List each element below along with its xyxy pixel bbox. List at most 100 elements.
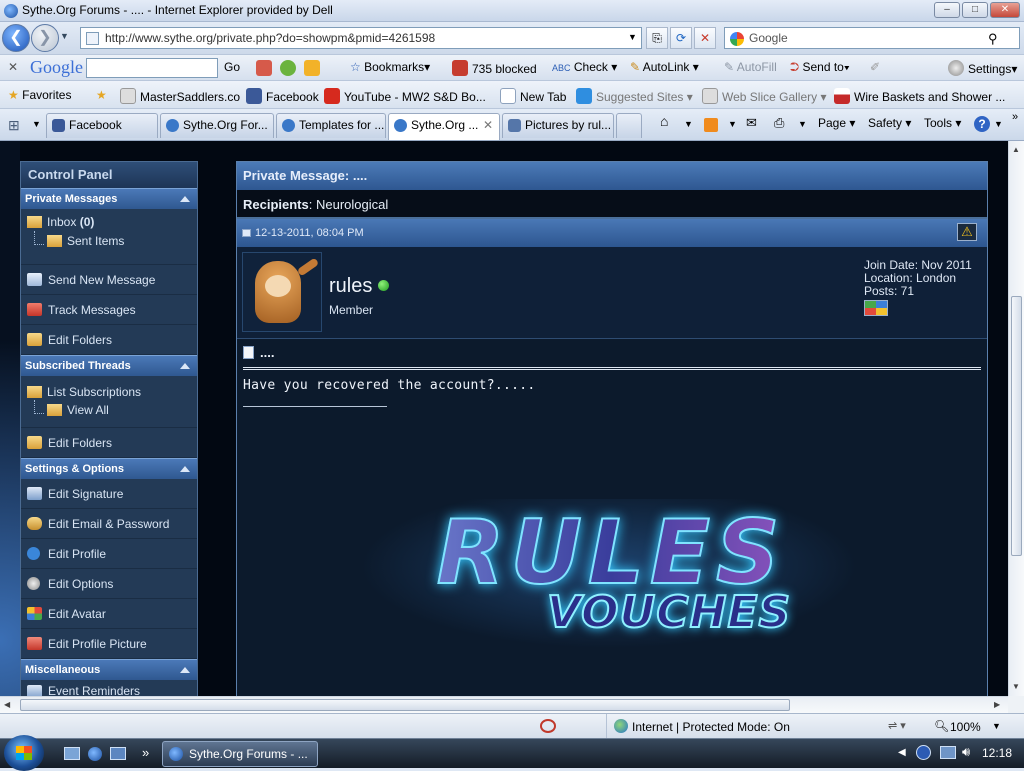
volume-icon[interactable]: 🔊︎ (962, 744, 970, 760)
start-button[interactable] (4, 735, 44, 771)
print-dropdown-icon[interactable]: ▼ (798, 119, 807, 129)
clock[interactable]: 12:18 (982, 746, 1012, 760)
close-window-button[interactable]: ✕ (990, 2, 1020, 18)
home-icon[interactable]: ⌂ (660, 113, 668, 129)
send-new-message-link[interactable]: Send New Message (21, 265, 197, 295)
add-favorite-icon[interactable]: ★ (96, 88, 107, 102)
collapse-icon[interactable] (180, 363, 190, 369)
address-bar-input[interactable]: http://www.sythe.org/private.php?do=show… (80, 27, 642, 49)
privacy-icon[interactable] (540, 719, 556, 733)
mail-icon[interactable]: ✉ (746, 115, 757, 131)
collapse-icon[interactable] (180, 196, 190, 202)
edit-email-password-link[interactable]: Edit Email & Password (21, 509, 197, 539)
report-warning-icon[interactable]: ⚠ (957, 223, 977, 241)
show-hidden-icons[interactable]: ◀ (898, 747, 906, 758)
history-dropdown-icon[interactable]: ▼ (60, 31, 69, 41)
close-tab-icon[interactable]: ✕ (483, 114, 493, 137)
page-menu[interactable]: Page ▾ (818, 116, 855, 130)
quick-tabs-icon[interactable]: ⊞ (8, 117, 26, 133)
track-messages-link[interactable]: Track Messages (21, 295, 197, 325)
toolbar-close-icon[interactable]: ✕ (8, 60, 18, 74)
tab-facebook[interactable]: Facebook (46, 113, 158, 138)
edit-profile-link[interactable]: Edit Profile (21, 539, 197, 569)
spell-check-button[interactable]: ABC Check ▾ (552, 60, 617, 74)
help-icon[interactable]: ? (974, 116, 990, 132)
home-dropdown-icon[interactable]: ▼ (684, 119, 693, 129)
zoom-dropdown-icon[interactable]: ▼ (992, 721, 1001, 731)
vertical-scrollbar[interactable]: ▲ ▼ (1008, 141, 1024, 696)
popup-icon[interactable] (304, 60, 320, 76)
help-dropdown-icon[interactable]: ▼ (994, 119, 1003, 129)
taskbar-ie-window[interactable]: Sythe.Org Forums - ... (162, 741, 318, 767)
section-settings-options[interactable]: Settings & Options (21, 458, 197, 479)
scroll-left-icon[interactable]: ◀ (4, 700, 10, 709)
tray-app-icon[interactable] (916, 745, 931, 760)
bookmarks-menu[interactable]: ☆ Bookmarks▾ (350, 60, 430, 74)
section-private-messages[interactable]: Private Messages (21, 188, 197, 209)
edit-options-link[interactable]: Edit Options (21, 569, 197, 599)
username[interactable]: rules (329, 275, 390, 298)
web-slice-gallery-button[interactable]: Web Slice Gallery ▾ (702, 88, 827, 104)
vertical-scroll-thumb[interactable] (1011, 296, 1022, 556)
favorite-link-mastersaddlers[interactable]: MasterSaddlers.co (120, 88, 240, 104)
send-to-button[interactable]: ⮊ Send to▾ (790, 60, 850, 75)
new-tab-button[interactable] (616, 113, 642, 138)
scroll-down-icon[interactable]: ▼ (1012, 682, 1020, 691)
horizontal-scrollbar[interactable]: ◀ ▶ (0, 696, 1008, 713)
network-icon[interactable] (940, 746, 956, 759)
rss-feed-icon[interactable] (704, 118, 718, 132)
news-icon[interactable] (256, 60, 272, 76)
tab-templates[interactable]: Templates for ... (276, 113, 386, 138)
zoom-level[interactable]: 100% (950, 720, 981, 734)
toolbar-chevron-icon[interactable]: » (1012, 111, 1018, 123)
avatar[interactable] (242, 252, 322, 332)
list-subscriptions-link[interactable]: List Subscriptions (27, 383, 141, 401)
user-badge-icon[interactable] (864, 300, 888, 316)
favorites-button[interactable]: ★ Favorites (8, 88, 71, 102)
stop-icon[interactable]: ✕ (694, 27, 716, 49)
scroll-right-icon[interactable]: ▶ (994, 700, 1000, 709)
tab-sythe-forums-active[interactable]: Sythe.Org ... ✕ (388, 113, 500, 140)
suggested-sites-button[interactable]: Suggested Sites ▾ (576, 88, 693, 104)
section-subscribed-threads[interactable]: Subscribed Threads (21, 355, 197, 376)
autofill-button[interactable]: ✎ AutoFill (724, 60, 777, 74)
minimize-button[interactable]: – (934, 2, 960, 18)
google-go-button[interactable]: Go (224, 60, 240, 74)
collapse-icon[interactable] (180, 667, 190, 673)
refresh-icon[interactable]: ⟳ (670, 27, 692, 49)
tab-sythe-forums-1[interactable]: Sythe.Org For... (160, 113, 274, 138)
event-reminders-link[interactable]: Event Reminders (21, 680, 197, 696)
edit-profile-picture-link[interactable]: Edit Profile Picture (21, 629, 197, 659)
google-search-box[interactable] (86, 58, 218, 78)
favorite-link-new-tab[interactable]: New Tab (500, 88, 566, 104)
compatibility-view-icon[interactable]: ⎘ (646, 27, 668, 49)
feeds-dropdown-icon[interactable]: ▼ (728, 119, 737, 129)
edit-folders-link-2[interactable]: Edit Folders (21, 428, 197, 458)
edit-folders-link[interactable]: Edit Folders (21, 325, 197, 355)
print-icon[interactable]: ⎙ (774, 115, 784, 131)
address-dropdown-icon[interactable]: ▼ (628, 32, 637, 42)
show-desktop-icon[interactable] (64, 747, 80, 760)
tab-pictures[interactable]: Pictures by rul... (502, 113, 614, 138)
forward-button[interactable]: ❯ (31, 24, 59, 52)
favorite-link-youtube[interactable]: YouTube - MW2 S&D Bo... (324, 88, 486, 104)
favorite-link-wire-baskets[interactable]: Wire Baskets and Shower ... (834, 88, 1005, 104)
settings-button[interactable]: Settings▾ (948, 60, 1017, 76)
edit-avatar-link[interactable]: Edit Avatar (21, 599, 197, 629)
share-icon[interactable] (280, 60, 296, 76)
maximize-button[interactable]: □ (962, 2, 988, 18)
scroll-up-icon[interactable]: ▲ (1012, 145, 1020, 154)
autolink-button[interactable]: ✎ AutoLink ▾ (630, 60, 699, 74)
sent-items-link[interactable]: Sent Items (47, 232, 124, 250)
section-miscellaneous[interactable]: Miscellaneous (21, 659, 197, 680)
horizontal-scroll-thumb[interactable] (20, 699, 790, 711)
search-input[interactable]: Google (724, 27, 1020, 49)
safety-menu[interactable]: Safety ▾ (868, 116, 911, 130)
ie-quicklaunch-icon[interactable] (88, 747, 102, 761)
tab-list-dropdown-icon[interactable]: ▼ (32, 119, 41, 129)
back-button[interactable]: ❮ (2, 24, 30, 52)
view-all-link[interactable]: View All (47, 401, 109, 419)
collapse-icon[interactable] (180, 466, 190, 472)
edit-signature-link[interactable]: Edit Signature (21, 479, 197, 509)
switch-windows-icon[interactable] (110, 747, 126, 760)
